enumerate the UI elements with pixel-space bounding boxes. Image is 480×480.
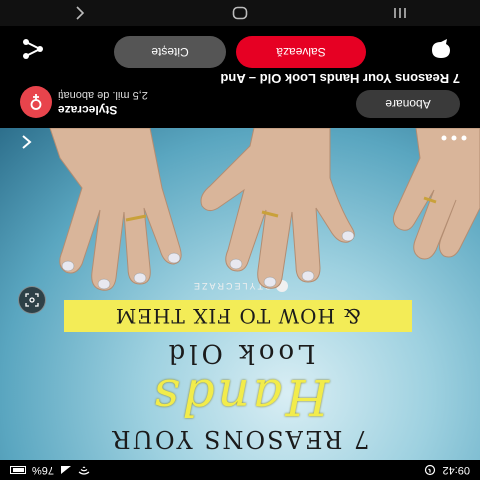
- back-arrow-icon: [22, 135, 32, 149]
- pin-image[interactable]: 7 REASONS YOUR Hands Look Old & HOW TO F…: [0, 128, 480, 460]
- system-nav-bar: [0, 0, 480, 26]
- read-label: Citește: [151, 45, 189, 59]
- system-back-button[interactable]: [60, 0, 100, 26]
- creator-followers: 2,5 mil. de abonați: [58, 89, 148, 101]
- recents-icon: [394, 8, 406, 18]
- home-icon: [232, 6, 248, 20]
- comment-button[interactable]: [430, 38, 452, 60]
- creator-row: Abonare Stylecraze 2,5 mil. de abonați: [0, 86, 480, 128]
- share-button[interactable]: [22, 38, 44, 60]
- wifi-icon: [78, 466, 90, 475]
- hands-illustration: [49, 128, 480, 291]
- back-button[interactable]: [14, 130, 38, 154]
- read-button[interactable]: Citește: [114, 36, 226, 68]
- status-bar: 09:42 76%: [0, 460, 480, 480]
- battery-percent: 76%: [32, 464, 55, 476]
- clock: 09:42: [442, 464, 470, 476]
- follow-label: Abonare: [385, 97, 431, 111]
- signal-icon: [61, 466, 72, 474]
- pin-heading-line1: 7 REASONS YOUR: [110, 425, 370, 453]
- alarm-icon: [425, 464, 436, 476]
- battery-icon: [10, 466, 26, 474]
- creator-info[interactable]: Stylecraze 2,5 mil. de abonați: [58, 89, 148, 117]
- screen: 09:42 76% 7 REASONS YOUR Hands Look Old …: [0, 0, 480, 480]
- home-button[interactable]: [220, 0, 260, 26]
- save-label: Salvează: [276, 45, 326, 59]
- venus-symbol-icon: [30, 94, 42, 110]
- creator-name: Stylecraze: [58, 103, 118, 117]
- lens-icon: [25, 293, 39, 307]
- pin-heading-line2: Hands: [150, 368, 330, 426]
- recents-button[interactable]: [380, 0, 420, 26]
- follow-button[interactable]: Abonare: [356, 90, 460, 118]
- action-bar: Salvează Citește: [0, 26, 480, 74]
- share-icon: [23, 39, 43, 59]
- back-icon: [76, 6, 85, 20]
- visual-search-button[interactable]: [18, 286, 46, 314]
- save-button[interactable]: Salvează: [236, 36, 366, 68]
- avatar[interactable]: [20, 86, 52, 118]
- more-options-button[interactable]: [434, 128, 474, 148]
- comment-icon: [432, 39, 450, 58]
- pin-heading-line3: Look Old: [164, 338, 316, 368]
- more-icon: [441, 135, 467, 141]
